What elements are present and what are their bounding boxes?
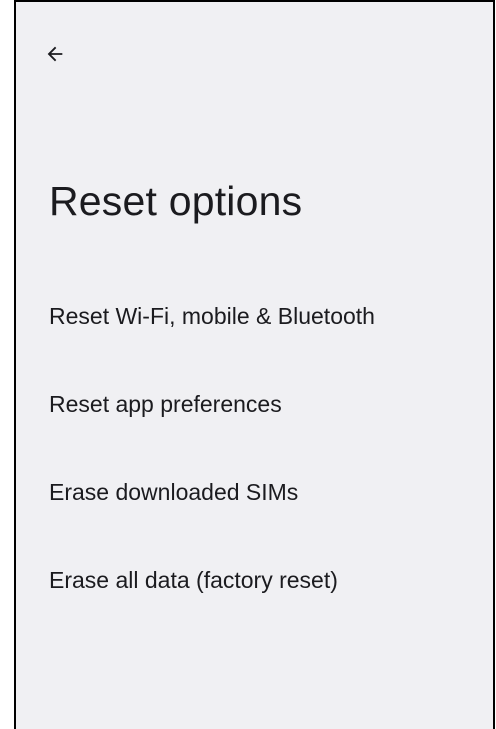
option-label: Reset app preferences: [49, 390, 282, 417]
arrow-back-icon: [47, 46, 63, 62]
option-reset-app-preferences[interactable]: Reset app preferences: [16, 360, 493, 448]
option-label: Erase all data (factory reset): [49, 566, 338, 593]
option-erase-downloaded-sims[interactable]: Erase downloaded SIMs: [16, 448, 493, 536]
reset-options-list: Reset Wi-Fi, mobile & Bluetooth Reset ap…: [16, 272, 493, 624]
page-title: Reset options: [49, 178, 303, 224]
option-label: Reset Wi-Fi, mobile & Bluetooth: [49, 302, 375, 329]
option-factory-reset[interactable]: Erase all data (factory reset): [16, 536, 493, 624]
option-label: Erase downloaded SIMs: [49, 478, 299, 505]
settings-screen: Reset options Reset Wi-Fi, mobile & Blue…: [14, 0, 495, 729]
back-button[interactable]: [35, 34, 75, 74]
option-reset-network[interactable]: Reset Wi-Fi, mobile & Bluetooth: [16, 272, 493, 360]
